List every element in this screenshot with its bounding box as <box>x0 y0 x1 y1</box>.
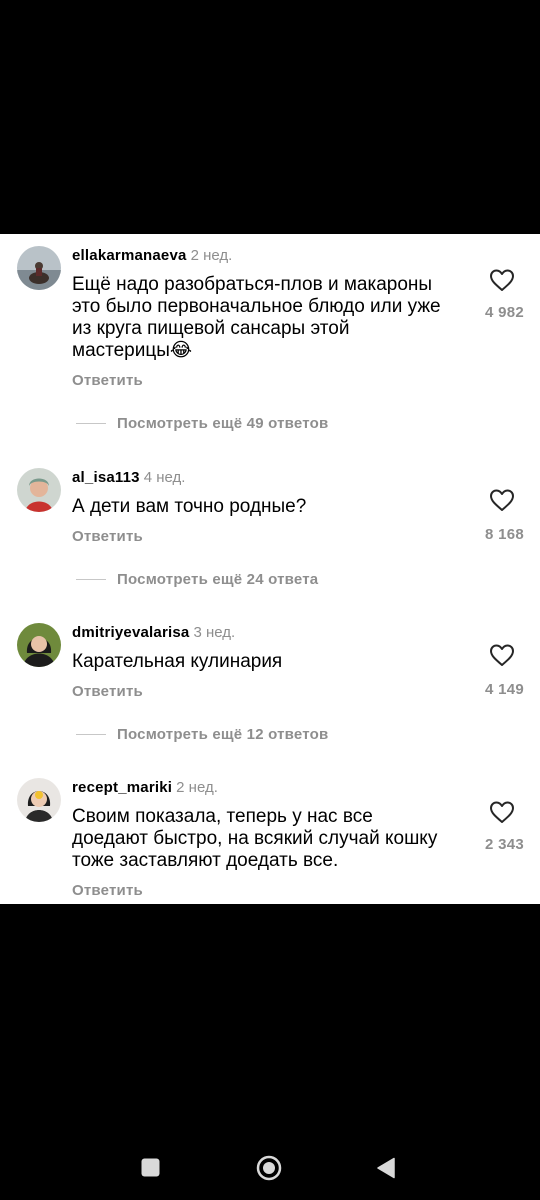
view-more-replies-label: Посмотреть ещё 49 ответов <box>117 414 329 432</box>
user-avatar-icon <box>17 623 61 667</box>
divider <box>76 422 106 424</box>
divider <box>76 733 106 735</box>
comment-text: А дети вам точно родные? <box>72 496 464 518</box>
heart-icon[interactable] <box>489 643 515 667</box>
system-nav-bar <box>0 1130 540 1200</box>
user-avatar-icon <box>17 468 61 512</box>
username[interactable]: recept_mariki <box>72 779 172 796</box>
heart-icon[interactable] <box>489 488 515 512</box>
screen: ellakarmanaeva 2 нед. Ещё надо разобратьс… <box>0 0 540 1200</box>
square-icon[interactable] <box>141 1158 160 1182</box>
view-more-replies-label: Посмотреть ещё 24 ответа <box>117 570 319 588</box>
comment-line: Своим показала, теперь у нас все <box>72 806 373 827</box>
user-avatar-icon <box>17 246 61 290</box>
comment-time: 3 нед. <box>193 624 236 641</box>
view-more-replies[interactable]: Посмотреть ещё 12 ответов <box>76 724 328 744</box>
username[interactable]: dmitriyevalarisa <box>72 624 189 641</box>
avatar[interactable] <box>17 468 61 512</box>
comment-line: А дети вам точно родные? <box>72 496 307 517</box>
comment-line: тоже заставляют доедать все. <box>72 850 339 871</box>
like-count: 4 982 <box>484 304 524 321</box>
comment-line: это было первоначальное блюдо или уже <box>72 296 441 317</box>
avatar[interactable] <box>17 623 61 667</box>
triangle-back-icon[interactable] <box>376 1157 396 1184</box>
comment-line: доедают быстро, на всякий случай кошку <box>72 828 438 849</box>
view-more-replies-label: Посмотреть ещё 12 ответов <box>117 725 329 743</box>
reply-button[interactable]: Ответить <box>72 683 143 700</box>
divider <box>76 578 106 580</box>
comment-time: 4 нед. <box>143 469 186 486</box>
reply-button[interactable]: Ответить <box>72 882 143 899</box>
username[interactable]: al_isa113 <box>72 469 140 486</box>
comment-meta: al_isa113 4 нед. <box>72 469 185 487</box>
avatar[interactable] <box>17 246 61 290</box>
comment-meta: recept_mariki 2 нед. <box>72 779 218 797</box>
comment-line: из круга пищевой сансары этой <box>72 318 350 339</box>
view-more-replies[interactable]: Посмотреть ещё 24 ответа <box>76 569 318 589</box>
reply-button[interactable]: Ответить <box>72 528 143 545</box>
like-count: 4 149 <box>484 681 524 698</box>
heart-icon[interactable] <box>489 800 515 824</box>
circle-icon[interactable] <box>256 1155 282 1186</box>
comment-line: Карательная кулинария <box>72 651 283 672</box>
reply-button[interactable]: Ответить <box>72 372 143 389</box>
comment-text: Карательная кулинария <box>72 651 464 673</box>
comment-line: мастерицы😂 <box>72 340 193 361</box>
comment-time: 2 нед. <box>190 247 233 264</box>
comment-text: Своим показала, теперь у нас все доедают… <box>72 806 464 872</box>
comment-meta: ellakarmanaeva 2 нед. <box>72 247 232 265</box>
heart-icon[interactable] <box>489 268 515 292</box>
comment-line: Ещё надо разобраться-плов и макароны <box>72 274 433 295</box>
avatar[interactable] <box>17 778 61 822</box>
comment-meta: dmitriyevalarisa 3 нед. <box>72 624 235 642</box>
like-count: 2 343 <box>484 836 524 853</box>
user-avatar-icon <box>17 778 61 822</box>
comments-panel: ellakarmanaeva 2 нед. Ещё надо разобратьс… <box>0 234 540 904</box>
view-more-replies[interactable]: Посмотреть ещё 49 ответов <box>76 413 328 433</box>
like-count: 8 168 <box>484 526 524 543</box>
comment-time: 2 нед. <box>176 779 218 796</box>
username[interactable]: ellakarmanaeva <box>72 247 187 264</box>
comment-text: Ещё надо разобраться-плов и макароны это… <box>72 274 464 362</box>
